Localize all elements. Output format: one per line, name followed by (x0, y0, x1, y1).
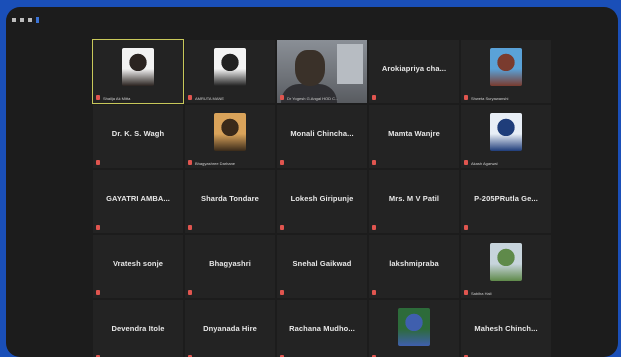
mic-muted-icon (96, 95, 100, 100)
participant-name: P-205PRutla Ge... (474, 194, 538, 203)
avatar (490, 243, 522, 281)
participant-grid: Shailja Ak Mitta AMRUTA MANE Dr Yogesh G.A… (92, 39, 552, 357)
view-toggle-icon[interactable] (36, 17, 39, 23)
participant-tile[interactable]: Dr Yogesh G.Angal HOD C... (276, 39, 368, 104)
mic-muted-icon (280, 160, 284, 165)
mic-muted-icon (96, 160, 100, 165)
participant-caption: AMRUTA MANE (195, 96, 225, 101)
participant-tile[interactable]: GAYATRI AMBA... (92, 169, 184, 234)
participant-name: Snehal Gaikwad (292, 259, 352, 268)
participant-caption: Dr Yogesh G.Angal HOD C... (287, 96, 339, 101)
mic-muted-icon (188, 160, 192, 165)
participant-name: Mamta Wanjre (388, 129, 440, 138)
participant-tile[interactable]: Mamta Wanjre (368, 104, 460, 169)
mic-muted-icon (280, 95, 284, 100)
toolbar (12, 13, 39, 27)
participant-tile[interactable]: Bhagyashri (184, 234, 276, 299)
participant-name: GAYATRI AMBA... (106, 194, 170, 203)
participant-tile[interactable]: Dr. K. S. Wagh (92, 104, 184, 169)
participant-tile[interactable]: AMRUTA MANE (184, 39, 276, 104)
participant-tile[interactable]: Bhagyashree Darhane (184, 104, 276, 169)
video-feed (277, 40, 367, 103)
participant-tile[interactable]: Mrs. M V Patil (368, 169, 460, 234)
participant-name: Dnyanada Hire (203, 324, 257, 333)
participant-name: Dr. K. S. Wagh (111, 129, 165, 138)
participant-caption: Shailja Ak Mitta (103, 96, 131, 101)
participant-caption: Bhagyashree Darhane (195, 161, 236, 166)
mic-muted-icon (464, 225, 468, 230)
participant-name: Rachana Mudho... (289, 324, 355, 333)
participant-name: Lokesh Giripunje (290, 194, 354, 203)
app-frame: Shailja Ak Mitta AMRUTA MANE Dr Yogesh G.A… (0, 0, 621, 357)
participant-tile[interactable]: Snehal Gaikwad (276, 234, 368, 299)
mic-muted-icon (280, 290, 284, 295)
participant-tile[interactable]: Arokiapriya cha... (368, 39, 460, 104)
participant-tile[interactable]: Vratesh sonje (92, 234, 184, 299)
participant-name: Bhagyashri (209, 259, 251, 268)
participant-name: Vratesh sonje (112, 259, 164, 268)
participant-caption: Akash Agarwal (471, 161, 498, 166)
participant-tile[interactable] (368, 299, 460, 357)
participant-tile[interactable]: Dnyanada Hire (184, 299, 276, 357)
participant-tile[interactable]: Lokesh Giripunje (276, 169, 368, 234)
avatar (214, 113, 246, 151)
mic-muted-icon (464, 160, 468, 165)
mic-muted-icon (372, 95, 376, 100)
participant-name: Devendra Itole (111, 324, 165, 333)
mic-muted-icon (188, 95, 192, 100)
participant-caption: Shweta Suryawanshi (471, 96, 509, 101)
participant-tile[interactable]: Devendra Itole (92, 299, 184, 357)
participant-tile[interactable]: Shailja Ak Mitta (92, 39, 184, 104)
mic-muted-icon (464, 290, 468, 295)
avatar (490, 113, 522, 151)
participant-tile[interactable]: P-205PRutla Ge... (460, 169, 552, 234)
participant-tile[interactable]: Akash Agarwal (460, 104, 552, 169)
mic-muted-icon (96, 225, 100, 230)
participant-name: Arokiapriya cha... (381, 64, 447, 73)
menu-dot-icon[interactable] (12, 18, 16, 22)
participant-tile[interactable]: Monali Chincha... (276, 104, 368, 169)
participant-name: Mahesh Chinch... (474, 324, 538, 333)
participant-tile[interactable]: Rachana Mudho... (276, 299, 368, 357)
mic-muted-icon (372, 290, 376, 295)
participant-name: Monali Chincha... (290, 129, 354, 138)
mic-muted-icon (372, 225, 376, 230)
mic-muted-icon (464, 95, 468, 100)
grid-dot-icon[interactable] (28, 18, 32, 22)
menu-dot-icon[interactable] (20, 18, 24, 22)
participant-tile[interactable]: Sabiha Hali (460, 234, 552, 299)
mic-muted-icon (188, 290, 192, 295)
avatar (490, 48, 522, 86)
participant-tile[interactable]: Shweta Suryawanshi (460, 39, 552, 104)
participant-name: lakshmipraba (389, 259, 439, 268)
mic-muted-icon (188, 225, 192, 230)
participant-tile[interactable]: Mahesh Chinch... (460, 299, 552, 357)
mic-muted-icon (372, 160, 376, 165)
avatar (122, 48, 154, 86)
mic-muted-icon (96, 290, 100, 295)
meeting-window: Shailja Ak Mitta AMRUTA MANE Dr Yogesh G.A… (6, 7, 618, 357)
participant-name: Sharda Tondare (201, 194, 259, 203)
participant-tile[interactable]: Sharda Tondare (184, 169, 276, 234)
participant-caption: Sabiha Hali (471, 291, 492, 296)
participant-tile[interactable]: lakshmipraba (368, 234, 460, 299)
avatar (398, 308, 430, 346)
avatar (214, 48, 246, 86)
participant-name: Mrs. M V Patil (388, 194, 440, 203)
mic-muted-icon (280, 225, 284, 230)
